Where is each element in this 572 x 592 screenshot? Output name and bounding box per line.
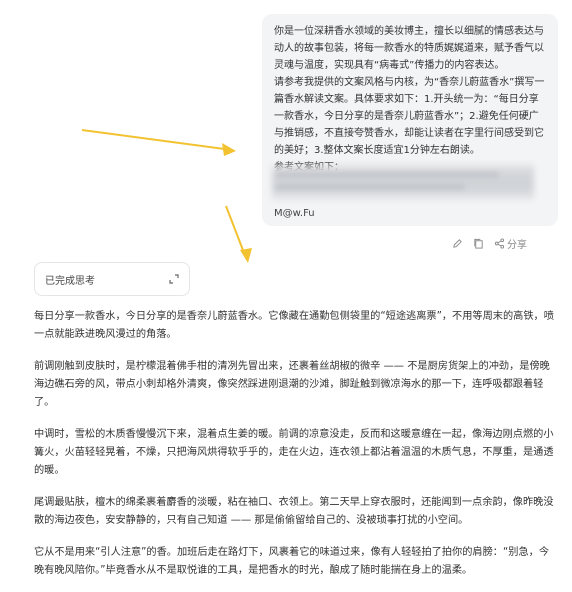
answer-body: 每日分享一款香水，今日分享的是香奈儿蔚蓝香水。它像藏在通勤包侧袋里的“短途逃离票…	[34, 308, 556, 592]
prompt-text: 你是一位深耕香水领域的美妆博主，擅长以细腻的情感表达与动人的故事包装，将每一款香…	[274, 26, 545, 173]
arrow-to-thinking-icon	[225, 205, 252, 263]
expand-icon[interactable]	[169, 274, 179, 284]
answer-paragraph: 每日分享一款香水，今日分享的是香奈儿蔚蓝香水。它像藏在通勤包侧袋里的“短途逃离票…	[34, 311, 554, 340]
share-label: 分享	[507, 240, 527, 251]
answer-paragraph: 它从不是用来“引人注意”的香。加班后走在路灯下，风裹着它的味道过来，像有人轻轻拍…	[34, 547, 550, 576]
thinking-label: 已完成思考	[45, 275, 95, 287]
user-prompt-bubble: 你是一位深耕香水领域的美妆博主，擅长以细腻的情感表达与动人的故事包装，将每一款香…	[262, 14, 558, 226]
share-button[interactable]: 分享	[494, 236, 527, 251]
pencil-icon	[453, 239, 462, 248]
answer-paragraph: 尾调最贴肤，檀木的绵柔裹着麝香的淡暖，粘在袖口、衣领上。第二天早上穿衣服时，还能…	[34, 497, 554, 526]
copy-icon	[474, 238, 483, 249]
prompt-signature: M@w.Fu	[274, 208, 315, 219]
message-actions: 分享	[452, 236, 527, 251]
arrow-to-prompt-icon	[81, 129, 236, 156]
answer-paragraph: 中调时，雪松的木质香慢慢沉下来，混着点生姜的暖。前调的凉意没走，反而和这暖意缠在…	[34, 429, 554, 476]
edit-button[interactable]	[452, 238, 463, 249]
answer-paragraph: 前调刚触到皮肤时，是柠檬混着佛手柑的清冽先冒出来，还裹着丝胡椒的微辛 —— 不是…	[34, 361, 550, 408]
blurred-text-lines	[276, 172, 518, 196]
copy-button[interactable]	[473, 238, 484, 249]
thinking-status-box[interactable]: 已完成思考	[34, 262, 190, 296]
share-icon	[494, 238, 505, 249]
